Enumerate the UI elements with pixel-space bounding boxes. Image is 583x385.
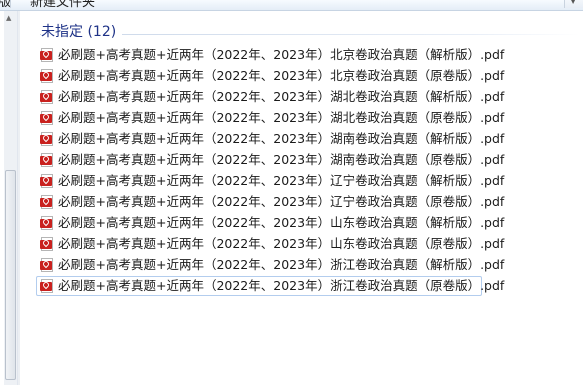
pdf-icon bbox=[40, 216, 54, 230]
pdf-icon bbox=[40, 195, 54, 209]
pdf-icon bbox=[40, 48, 54, 62]
file-item[interactable]: 必刷题+高考真题+近两年（2022年、2023年）北京卷政治真题（原卷版）.pd… bbox=[36, 66, 504, 86]
file-name: 必刷题+高考真题+近两年（2022年、2023年）浙江卷政治真题（解析版）.pd… bbox=[58, 257, 505, 272]
toolbar: 版 新建文件夹 ▼ bbox=[0, 0, 583, 11]
pdf-icon bbox=[40, 90, 54, 104]
chevron-down-icon: ▼ bbox=[570, 0, 577, 5]
file-name: 必刷题+高考真题+近两年（2022年、2023年）辽宁卷政治真题（原卷版）.pd… bbox=[58, 194, 505, 209]
group-title[interactable]: 未指定 (12) bbox=[41, 23, 123, 41]
file-name: 必刷题+高考真题+近两年（2022年、2023年）辽宁卷政治真题（解析版）.pd… bbox=[58, 173, 505, 188]
file-name: 必刷题+高考真题+近两年（2022年、2023年）湖北卷政治真题（原卷版）.pd… bbox=[58, 110, 505, 125]
file-item[interactable]: 必刷题+高考真题+近两年（2022年、2023年）湖南卷政治真题（原卷版）.pd… bbox=[36, 150, 504, 170]
file-name: 必刷题+高考真题+近两年（2022年、2023年）山东卷政治真题（原卷版）.pd… bbox=[58, 236, 505, 251]
file-item-focused[interactable]: 必刷题+高考真题+近两年（2022年、2023年）浙江卷政治真题（原卷版）.pd… bbox=[36, 276, 504, 296]
file-item[interactable]: 必刷题+高考真题+近两年（2022年、2023年）山东卷政治真题（原卷版）.pd… bbox=[36, 234, 504, 254]
pdf-icon bbox=[40, 132, 54, 146]
file-item[interactable]: 必刷题+高考真题+近两年（2022年、2023年）湖南卷政治真题（解析版）.pd… bbox=[36, 129, 504, 149]
file-item[interactable]: 必刷题+高考真题+近两年（2022年、2023年）北京卷政治真题（解析版）.pd… bbox=[36, 45, 504, 65]
new-folder-button[interactable]: 新建文件夹 bbox=[30, 0, 95, 10]
toolbar-separator bbox=[10, 0, 11, 8]
pdf-icon bbox=[40, 111, 54, 125]
scroll-up-arrow-icon[interactable]: ▲ bbox=[6, 14, 11, 22]
group-header[interactable]: 未指定 (12) bbox=[40, 23, 580, 41]
file-item[interactable]: 必刷题+高考真题+近两年（2022年、2023年）湖北卷政治真题（解析版）.pd… bbox=[36, 87, 504, 107]
pdf-icon bbox=[40, 174, 54, 188]
file-name: 必刷题+高考真题+近两年（2022年、2023年）湖南卷政治真题（原卷版）.pd… bbox=[58, 152, 505, 167]
file-name: 必刷题+高考真题+近两年（2022年、2023年）山东卷政治真题（解析版）.pd… bbox=[58, 215, 505, 230]
file-item[interactable]: 必刷题+高考真题+近两年（2022年、2023年）山东卷政治真题（解析版）.pd… bbox=[36, 213, 504, 233]
file-name: 必刷题+高考真题+近两年（2022年、2023年）湖南卷政治真题（解析版）.pd… bbox=[58, 131, 505, 146]
pdf-icon bbox=[40, 69, 54, 83]
file-item[interactable]: 必刷题+高考真题+近两年（2022年、2023年）浙江卷政治真题（解析版）.pd… bbox=[36, 255, 504, 275]
pdf-icon bbox=[40, 237, 54, 251]
pdf-icon bbox=[40, 279, 54, 293]
file-name: 必刷题+高考真题+近两年（2022年、2023年）北京卷政治真题（原卷版）.pd… bbox=[58, 68, 505, 83]
scrollbar-thumb[interactable] bbox=[5, 170, 16, 380]
file-item[interactable]: 必刷题+高考真题+近两年（2022年、2023年）湖北卷政治真题（原卷版）.pd… bbox=[36, 108, 504, 128]
pane-splitter[interactable] bbox=[18, 11, 20, 385]
pdf-icon bbox=[40, 258, 54, 272]
file-name: 必刷题+高考真题+近两年（2022年、2023年）湖北卷政治真题（解析版）.pd… bbox=[58, 89, 505, 104]
file-name: 必刷题+高考真题+近两年（2022年、2023年）浙江卷政治真题（原卷版）.pd… bbox=[58, 278, 505, 293]
pdf-icon bbox=[40, 153, 54, 167]
view-menu-button[interactable]: ▼ bbox=[564, 0, 583, 8]
file-list: 必刷题+高考真题+近两年（2022年、2023年）北京卷政治真题（解析版）.pd… bbox=[36, 45, 583, 297]
file-item[interactable]: 必刷题+高考真题+近两年（2022年、2023年）辽宁卷政治真题（原卷版）.pd… bbox=[36, 192, 504, 212]
file-name: 必刷题+高考真题+近两年（2022年、2023年）北京卷政治真题（解析版）.pd… bbox=[58, 47, 505, 62]
file-item[interactable]: 必刷题+高考真题+近两年（2022年、2023年）辽宁卷政治真题（解析版）.pd… bbox=[36, 171, 504, 191]
